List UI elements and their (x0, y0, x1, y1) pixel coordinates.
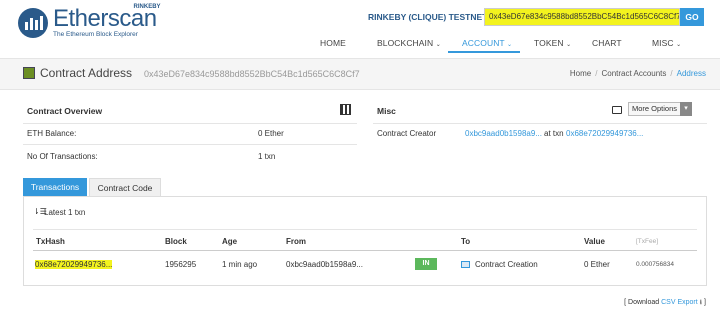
col-txfee[interactable]: [TxFee] (636, 238, 658, 245)
creator-address-link[interactable]: 0xbc9aad0b1598a9... (465, 129, 542, 138)
misc-title: Misc (377, 106, 396, 116)
tx-count-label: No Of Transactions: (27, 152, 98, 161)
col-age: Age (222, 237, 238, 246)
contract-icon (23, 67, 35, 79)
transactions-summary: Latest 1 txn (44, 208, 86, 217)
col-txhash: TxHash (36, 237, 65, 246)
tab-contract-code[interactable]: Contract Code (89, 178, 161, 196)
breadcrumb-address: Address (676, 69, 706, 78)
tx-value: 0 Ether (584, 260, 610, 269)
creator-txn-link[interactable]: 0x68e72029949736... (566, 129, 643, 138)
nav-active-underline (448, 51, 520, 53)
logo-chart-icon (18, 7, 48, 38)
qr-code-icon[interactable] (340, 104, 351, 115)
page-header-bar: Contract Address 0x43eD67e834c9588bd8552… (0, 58, 720, 90)
block-link[interactable]: 1956295 (165, 260, 196, 269)
page-title: Contract Address (40, 66, 133, 80)
from-address-link[interactable]: 0xbc9aad0b1598a9... (286, 260, 363, 269)
at-txn-label: at txn (544, 129, 564, 138)
site-header: Etherscan The Ethereum Block Explorer RI… (0, 0, 720, 58)
balance-value: 0 Ether (258, 129, 284, 138)
tx-count-value: 1 txn (258, 152, 276, 161)
nav-home[interactable]: HOME (320, 38, 346, 48)
main-nav: HOME BLOCKCHAIN ⌄ ACCOUNT ⌄ TOKEN ⌄ CHAR… (0, 38, 720, 56)
csv-suffix: ] (704, 299, 706, 306)
col-to: To (461, 237, 471, 246)
divider (23, 144, 357, 145)
divider (33, 229, 697, 230)
txhash-link[interactable]: 0x68e72029949736... (35, 260, 113, 269)
caret-down-icon[interactable]: ▾ (680, 102, 692, 116)
logo-name: Etherscan (53, 5, 157, 32)
nav-account[interactable]: ACCOUNT ⌄ (462, 38, 512, 48)
breadcrumb: Home / Contract Accounts / Address (569, 69, 706, 78)
to-value: Contract Creation (475, 260, 538, 269)
chevron-down-icon: ⌄ (566, 42, 572, 48)
network-label: RINKEBY (CLIQUE) TESTNET (368, 12, 488, 22)
search-input[interactable]: 0x43eD67e834c9588bd8552BbC54Bc1d565C6C8C… (484, 8, 680, 26)
divider (23, 123, 357, 124)
nav-misc-label: MISC (652, 38, 674, 48)
csv-prefix: [ Download (624, 299, 660, 306)
etherscan-logo[interactable]: Etherscan The Ethereum Block Explorer RI… (18, 4, 161, 39)
page-address: 0x43eD67e834c9588bd8552BbC54Bc1d565C6C8C… (144, 69, 360, 79)
divider (373, 123, 707, 124)
breadcrumb-home[interactable]: Home (570, 69, 591, 78)
tab-transactions[interactable]: Transactions (23, 178, 87, 196)
nav-chart[interactable]: CHART (592, 38, 622, 48)
tx-fee: 0.000756834 (636, 261, 674, 268)
nav-blockchain-label: BLOCKCHAIN (377, 38, 434, 48)
nav-account-label: ACCOUNT (462, 38, 505, 48)
divider (33, 250, 697, 251)
csv-export-link[interactable]: CSV Export (661, 299, 698, 306)
print-icon[interactable] (612, 106, 622, 114)
balance-label: ETH Balance: (27, 129, 77, 138)
col-value: Value (584, 237, 605, 246)
nav-token-label: TOKEN (534, 38, 564, 48)
contract-creation-icon (461, 261, 470, 268)
chevron-down-icon: ⌄ (676, 42, 682, 48)
chevron-down-icon: ⌄ (435, 42, 441, 48)
direction-badge: IN (415, 258, 437, 270)
chevron-down-icon: ⌄ (507, 42, 513, 48)
csv-export: [ Download CSV Export ⭳ ] (624, 298, 706, 309)
go-button[interactable]: GO (680, 8, 704, 26)
breadcrumb-contract-accounts[interactable]: Contract Accounts (601, 69, 666, 78)
col-block: Block (165, 237, 187, 246)
nav-token[interactable]: TOKEN ⌄ (534, 38, 571, 48)
nav-misc[interactable]: MISC ⌄ (652, 38, 681, 48)
col-from: From (286, 237, 306, 246)
overview-title: Contract Overview (27, 106, 103, 116)
tx-age: 1 min ago (222, 260, 258, 269)
logo-network-tag: RINKEBY (133, 4, 161, 10)
nav-blockchain[interactable]: BLOCKCHAIN ⌄ (377, 38, 441, 48)
creator-label: Contract Creator (377, 129, 437, 138)
download-icon[interactable]: ⭳ (700, 299, 702, 306)
